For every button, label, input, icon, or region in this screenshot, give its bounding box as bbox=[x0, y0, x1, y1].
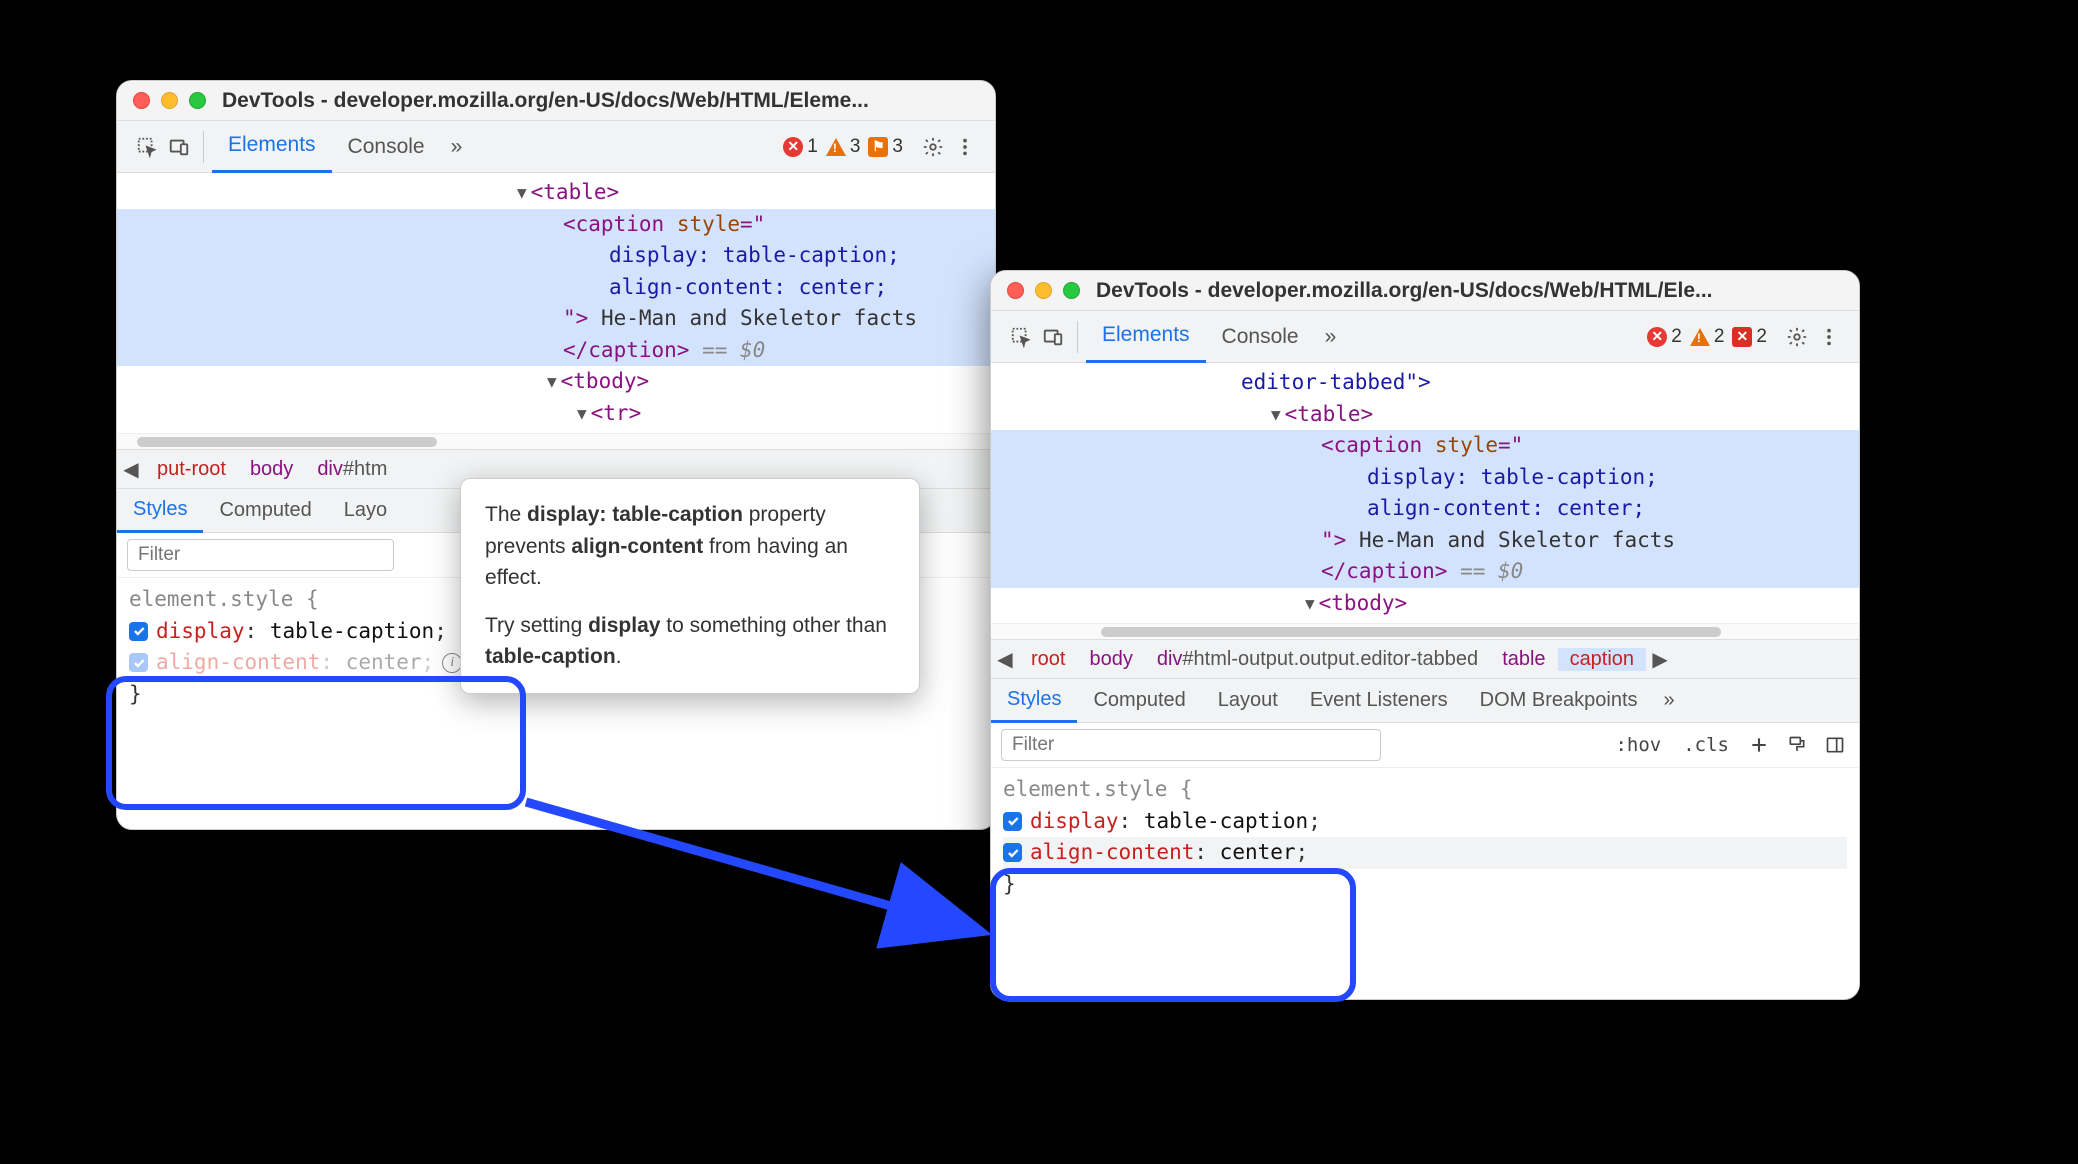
tab-elements[interactable]: Elements bbox=[212, 121, 332, 173]
tab-styles[interactable]: Styles bbox=[991, 679, 1077, 723]
property-hint-tooltip: The display: table-caption property prev… bbox=[460, 478, 920, 694]
devtools-window-right: DevTools - developer.mozilla.org/en-US/d… bbox=[990, 270, 1860, 1000]
inspect-icon[interactable] bbox=[1005, 321, 1037, 353]
divider bbox=[1077, 321, 1078, 353]
tab-styles[interactable]: Styles bbox=[117, 489, 203, 533]
hov-toggle[interactable]: :hov bbox=[1609, 734, 1667, 756]
selected-node-indicator: == $0 bbox=[702, 338, 765, 362]
breadcrumb-item[interactable]: put-root bbox=[145, 458, 238, 481]
breadcrumb-item[interactable]: body bbox=[1077, 648, 1144, 671]
tab-console[interactable]: Console bbox=[332, 121, 441, 173]
close-button[interactable] bbox=[1007, 282, 1024, 299]
inspect-icon[interactable] bbox=[131, 131, 163, 163]
titlebar: DevTools - developer.mozilla.org/en-US/d… bbox=[117, 81, 995, 121]
toolbar: Elements Console » ✕ 2 2 ✕ 2 bbox=[991, 311, 1859, 363]
breadcrumb-item[interactable]: div#htm bbox=[305, 458, 399, 481]
checkbox-icon[interactable] bbox=[129, 622, 148, 641]
traffic-lights bbox=[1007, 282, 1080, 299]
selector-close: } bbox=[1003, 869, 1847, 901]
dom-tree[interactable]: editor-tabbed"> ▼<table> <caption style=… bbox=[991, 363, 1859, 623]
window-title: DevTools - developer.mozilla.org/en-US/d… bbox=[1096, 279, 1713, 303]
tab-dom-breakpoints[interactable]: DOM Breakpoints bbox=[1464, 679, 1654, 723]
disclosure-triangle-icon[interactable]: ▼ bbox=[1305, 592, 1319, 616]
minimize-button[interactable] bbox=[161, 92, 178, 109]
checkbox-icon[interactable] bbox=[1003, 843, 1022, 862]
divider bbox=[203, 131, 204, 163]
gear-icon[interactable] bbox=[1781, 321, 1813, 353]
device-toolbar-icon[interactable] bbox=[1037, 321, 1069, 353]
disclosure-triangle-icon[interactable]: ▼ bbox=[517, 181, 531, 205]
filter-input[interactable] bbox=[127, 539, 394, 571]
disclosure-triangle-icon[interactable]: ▼ bbox=[577, 402, 591, 426]
toolbar: Elements Console » ✕ 1 3 ⚑ 3 bbox=[117, 121, 995, 173]
tab-computed[interactable]: Computed bbox=[1077, 679, 1201, 723]
breadcrumb-item[interactable]: root bbox=[1019, 648, 1077, 671]
disclosure-triangle-icon[interactable]: ▼ bbox=[1271, 403, 1285, 427]
paint-icon[interactable] bbox=[1783, 731, 1811, 759]
selected-node-indicator: == $0 bbox=[1460, 559, 1523, 583]
horizontal-scrollbar[interactable] bbox=[991, 623, 1859, 639]
filter-input[interactable] bbox=[1001, 729, 1381, 761]
selector-header: element.style { bbox=[1003, 774, 1847, 806]
kebab-menu-icon[interactable] bbox=[949, 131, 981, 163]
computed-sidebar-icon[interactable] bbox=[1821, 731, 1849, 759]
disclosure-triangle-icon[interactable]: ▼ bbox=[547, 370, 561, 394]
gear-icon[interactable] bbox=[917, 131, 949, 163]
warning-icon bbox=[826, 138, 846, 156]
styles-pane[interactable]: element.style { display: table-caption; … bbox=[991, 768, 1859, 906]
css-property-display[interactable]: display: table-caption; bbox=[1003, 806, 1847, 838]
scrollbar-thumb[interactable] bbox=[1101, 627, 1721, 637]
minimize-button[interactable] bbox=[1035, 282, 1052, 299]
checkbox-icon[interactable] bbox=[129, 653, 148, 672]
kebab-menu-icon[interactable] bbox=[1813, 321, 1845, 353]
horizontal-scrollbar[interactable] bbox=[117, 433, 995, 449]
cls-toggle[interactable]: .cls bbox=[1677, 734, 1735, 756]
tab-elements[interactable]: Elements bbox=[1086, 311, 1206, 363]
checkbox-icon[interactable] bbox=[1003, 812, 1022, 831]
css-property-align-content[interactable]: align-content: center; bbox=[1003, 837, 1847, 869]
breadcrumb-item[interactable]: body bbox=[238, 458, 305, 481]
tab-layout[interactable]: Layout bbox=[1202, 679, 1294, 723]
styles-tabs: Styles Computed Layout Event Listeners D… bbox=[991, 679, 1859, 723]
breadcrumb-item[interactable]: table bbox=[1490, 648, 1557, 671]
window-title: DevTools - developer.mozilla.org/en-US/d… bbox=[222, 89, 869, 113]
breadcrumb-prev-icon[interactable]: ◀ bbox=[991, 647, 1019, 672]
titlebar: DevTools - developer.mozilla.org/en-US/d… bbox=[991, 271, 1859, 311]
issue-icon: ✕ bbox=[1732, 327, 1752, 347]
issue-count[interactable]: ✕ 2 bbox=[1732, 326, 1767, 348]
traffic-lights bbox=[133, 92, 206, 109]
tab-computed[interactable]: Computed bbox=[203, 489, 327, 533]
scrollbar-thumb[interactable] bbox=[137, 437, 437, 447]
device-toolbar-icon[interactable] bbox=[163, 131, 195, 163]
tab-console[interactable]: Console bbox=[1206, 311, 1315, 363]
error-icon: ✕ bbox=[1647, 327, 1667, 347]
zoom-button[interactable] bbox=[1063, 282, 1080, 299]
devtools-window-left: DevTools - developer.mozilla.org/en-US/d… bbox=[116, 80, 996, 830]
close-button[interactable] bbox=[133, 92, 150, 109]
breadcrumb-prev-icon[interactable]: ◀ bbox=[117, 457, 145, 482]
styles-filterbar: :hov .cls bbox=[991, 723, 1859, 768]
new-style-rule-icon[interactable] bbox=[1745, 731, 1773, 759]
zoom-button[interactable] bbox=[189, 92, 206, 109]
tab-event-listeners[interactable]: Event Listeners bbox=[1294, 679, 1464, 723]
warning-count[interactable]: 2 bbox=[1690, 326, 1725, 348]
breadcrumb: ◀ root body div#html-output.output.edito… bbox=[991, 639, 1859, 679]
issue-icon: ⚑ bbox=[868, 137, 888, 157]
breadcrumb-item[interactable]: div#html-output.output.editor-tabbed bbox=[1145, 648, 1490, 671]
breadcrumb-next-icon[interactable]: ▶ bbox=[1646, 647, 1674, 672]
issue-count[interactable]: ⚑ 3 bbox=[868, 136, 903, 158]
error-count[interactable]: ✕ 2 bbox=[1647, 326, 1682, 348]
more-tabs-icon[interactable]: » bbox=[441, 135, 473, 159]
warning-icon bbox=[1690, 328, 1710, 346]
more-tabs-icon[interactable]: » bbox=[1654, 689, 1685, 712]
tab-layout[interactable]: Layo bbox=[328, 489, 403, 533]
error-count[interactable]: ✕ 1 bbox=[783, 136, 818, 158]
more-tabs-icon[interactable]: » bbox=[1315, 325, 1347, 349]
warning-count[interactable]: 3 bbox=[826, 136, 861, 158]
dom-tree[interactable]: ▼<table> <caption style=" display: table… bbox=[117, 173, 995, 433]
error-icon: ✕ bbox=[783, 137, 803, 157]
breadcrumb-item-selected[interactable]: caption bbox=[1558, 648, 1647, 671]
